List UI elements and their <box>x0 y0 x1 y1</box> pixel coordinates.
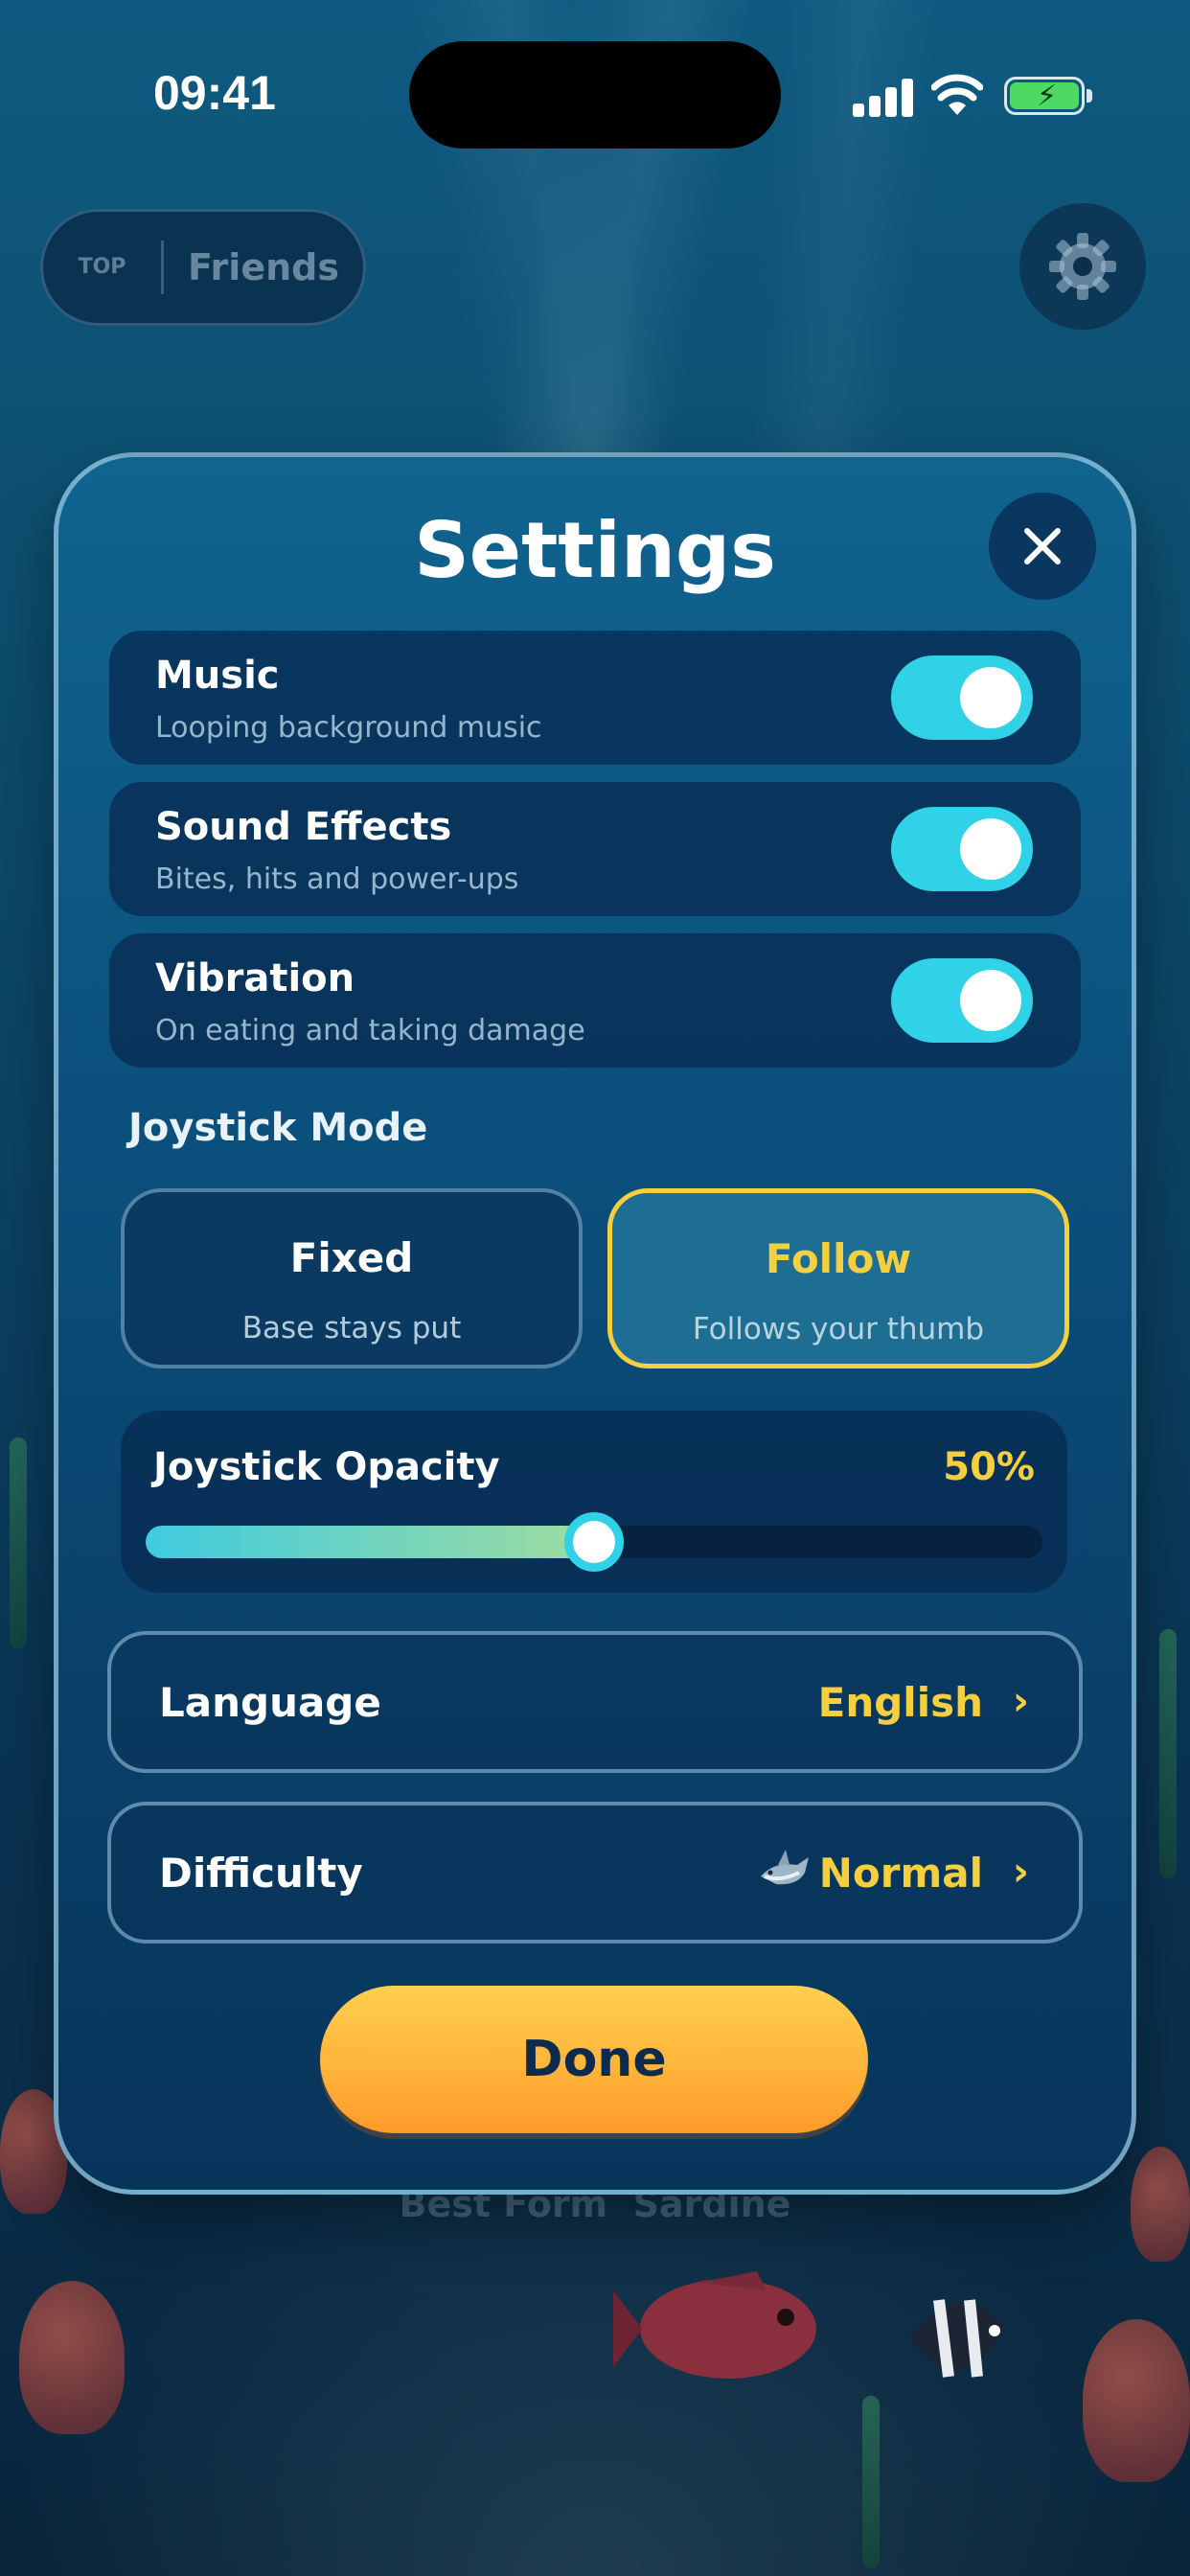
joystick-mode-fixed-option[interactable]: Fixed Base stays put <box>121 1188 583 1368</box>
dynamic-island <box>409 41 781 149</box>
coral-right-bottom <box>1083 2319 1190 2482</box>
cellular-signal-icon <box>853 77 914 117</box>
wifi-icon <box>931 74 983 115</box>
done-button-label: Done <box>521 2031 667 2088</box>
red-fish <box>613 2271 816 2379</box>
difficulty-label: Difficulty <box>159 1850 363 1897</box>
opacity-slider-fill <box>146 1526 594 1558</box>
difficulty-row[interactable]: Difficulty Normal › <box>107 1802 1083 1944</box>
tab-friends[interactable]: Friends <box>164 246 363 288</box>
joystick-mode-follow-option[interactable]: Follow Follows your thumb <box>607 1188 1069 1368</box>
sound-effects-title: Sound Effects <box>155 805 452 849</box>
music-toggle[interactable] <box>891 656 1033 740</box>
sound-effects-setting-row: Sound Effects Bites, hits and power-ups <box>109 782 1081 916</box>
sound-effects-toggle[interactable] <box>891 807 1033 891</box>
follow-option-subtitle: Follows your thumb <box>692 1312 985 1346</box>
close-button[interactable] <box>989 493 1096 600</box>
toggle-knob <box>960 667 1021 728</box>
leaderboard-tabs[interactable]: TOP Friends <box>40 209 366 326</box>
seaweed-bottom <box>862 2396 880 2568</box>
vibration-title: Vibration <box>155 956 355 1000</box>
opacity-slider-track[interactable] <box>146 1512 1042 1572</box>
chevron-right-icon: › <box>1012 1848 1029 1895</box>
gear-icon <box>1049 233 1116 300</box>
close-icon <box>1024 528 1061 564</box>
toggle-knob <box>960 818 1021 880</box>
difficulty-value: Normal <box>818 1850 983 1897</box>
shark-icon <box>761 1850 809 1885</box>
tab-top[interactable]: TOP <box>43 241 164 294</box>
joystick-mode-label: Joystick Mode <box>128 1106 428 1150</box>
toggle-knob <box>960 970 1021 1031</box>
seaweed-right <box>1159 1629 1177 1878</box>
chevron-right-icon: › <box>1012 1677 1029 1724</box>
music-setting-row: Music Looping background music <box>109 631 1081 765</box>
language-label: Language <box>159 1679 381 1726</box>
joystick-opacity-value: 50% <box>943 1445 1035 1489</box>
battery-cap <box>1087 89 1092 103</box>
vibration-setting-row: Vibration On eating and taking damage <box>109 933 1081 1068</box>
status-time: 09:41 <box>153 66 276 120</box>
settings-button[interactable] <box>1019 203 1146 330</box>
done-button[interactable]: Done <box>320 1986 868 2133</box>
joystick-opacity-panel: Joystick Opacity 50% <box>121 1411 1067 1593</box>
music-title: Music <box>155 654 280 698</box>
sound-effects-subtitle: Bites, hits and power-ups <box>155 862 519 896</box>
language-value: English <box>817 1679 983 1726</box>
opacity-slider-thumb[interactable] <box>564 1512 624 1572</box>
battery-icon: ⚡ <box>1004 77 1085 115</box>
coral-left-bottom <box>19 2281 125 2434</box>
angelfish <box>910 2299 1006 2378</box>
charging-bolt-icon: ⚡ <box>1037 80 1058 113</box>
fixed-option-subtitle: Base stays put <box>241 1311 462 1346</box>
language-row[interactable]: Language English › <box>107 1631 1083 1773</box>
vibration-subtitle: On eating and taking damage <box>155 1014 585 1047</box>
follow-option-title: Follow <box>765 1235 912 1282</box>
joystick-opacity-label: Joystick Opacity <box>153 1445 500 1489</box>
seaweed-left <box>10 1438 27 1648</box>
vibration-toggle[interactable] <box>891 958 1033 1043</box>
fixed-option-title: Fixed <box>289 1234 414 1281</box>
music-subtitle: Looping background music <box>155 711 542 745</box>
